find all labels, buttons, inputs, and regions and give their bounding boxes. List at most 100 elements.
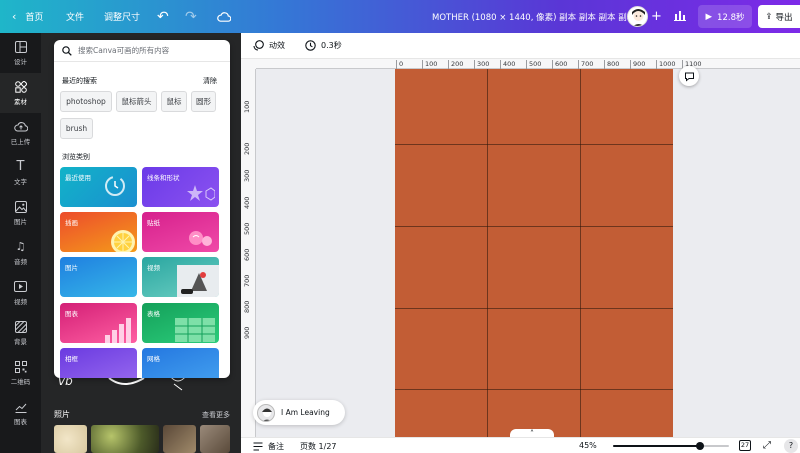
grid-line xyxy=(395,226,673,227)
ruler-tick: 800 xyxy=(243,300,251,313)
rail-item-charts[interactable]: 图表 xyxy=(0,393,41,433)
search-icon xyxy=(62,45,72,56)
recent-search-chip[interactable]: 鼠标 xyxy=(161,91,187,112)
notes-label: 备注 xyxy=(268,442,284,451)
fullscreen-icon[interactable]: ⤢ xyxy=(763,440,771,451)
ruler-tick: 100 xyxy=(422,60,437,69)
grid-line xyxy=(487,69,488,437)
category-tile-frames[interactable]: 相框 xyxy=(60,348,137,378)
zoom-slider-thumb[interactable] xyxy=(696,442,704,450)
duration-button[interactable]: 0.3秒 xyxy=(305,40,342,51)
background-icon xyxy=(14,320,28,333)
search-popup: 搜索Canva可画的所有内容 最近的搜索 清除 photoshop 鼠标箭头 鼠… xyxy=(54,40,230,378)
category-label: 线条和形状 xyxy=(147,174,180,182)
category-tile-videos[interactable]: 视频 xyxy=(142,257,219,297)
recent-search-chip[interactable]: 圆形 xyxy=(191,91,216,112)
category-tile-stickers[interactable]: 贴纸 xyxy=(142,212,219,252)
undo-icon[interactable]: ↶ xyxy=(157,9,169,25)
rail-item-design[interactable]: 设计 xyxy=(0,33,41,73)
add-collaborator-icon[interactable]: + xyxy=(651,9,662,24)
category-tile-illustrations[interactable]: 插画 xyxy=(60,212,137,252)
rail-item-elements[interactable]: 素材 xyxy=(0,73,41,113)
category-tile-charts[interactable]: 图表 xyxy=(60,303,137,343)
photo-thumbnail[interactable] xyxy=(163,425,196,453)
category-label: 相框 xyxy=(65,355,78,363)
audio-artwork xyxy=(257,403,275,422)
ruler-tick: 400 xyxy=(500,60,515,69)
grid-view-button[interactable]: 27 xyxy=(739,440,751,451)
category-label: 最近使用 xyxy=(65,174,91,182)
grid-line xyxy=(395,389,673,390)
design-title[interactable]: MOTHER (1080 × 1440, 像素) 副本 副本 副本 副本 xyxy=(432,11,635,23)
category-tile-shapes[interactable]: 线条和形状 xyxy=(142,167,219,207)
ruler-tick: 400 xyxy=(243,196,251,209)
recent-search-chip[interactable]: photoshop xyxy=(60,91,112,112)
video-thumbnail-icon xyxy=(177,265,219,297)
top-bar: ‹ 首页 文件 调整尺寸 ↶ ↷ MOTHER (1080 × 1440, 像素… xyxy=(0,0,800,33)
play-duration: 12.8秒 xyxy=(717,12,745,23)
ruler-tick: 200 xyxy=(243,142,251,155)
redo-icon[interactable]: ↷ xyxy=(185,9,197,25)
notes-button[interactable]: 备注 xyxy=(253,441,284,452)
photos-section-title: 照片 xyxy=(54,410,70,419)
add-comment-button[interactable] xyxy=(679,66,699,86)
search-input[interactable]: 搜索Canva可画的所有内容 xyxy=(54,40,230,62)
resize-button[interactable]: 调整尺寸 xyxy=(104,10,140,23)
editor-toolbar: 动效 0.3秒 xyxy=(241,33,800,59)
animate-label: 动效 xyxy=(269,41,285,50)
home-button[interactable]: ‹ 首页 xyxy=(12,10,43,23)
help-button[interactable]: ? xyxy=(784,439,798,453)
music-icon: ♫ xyxy=(15,240,26,253)
ruler-tick: 300 xyxy=(474,60,489,69)
recent-refresh-icon xyxy=(105,176,125,196)
cloud-save-icon[interactable] xyxy=(217,11,231,22)
rail-label: 文字 xyxy=(14,177,27,186)
page-indicator[interactable]: 页数 1/27 xyxy=(300,441,337,452)
grid-line xyxy=(395,144,673,145)
table-icon xyxy=(175,318,215,342)
side-rail: 设计 素材 已上传 T 文字 图片 ♫ 音频 视频 背景 二维码 图表 xyxy=(0,33,41,453)
design-page[interactable] xyxy=(395,69,673,437)
clear-recent-button[interactable]: 清除 xyxy=(203,76,217,86)
photo-thumbnail[interactable] xyxy=(200,425,230,453)
home-label: 首页 xyxy=(25,13,44,23)
recent-search-chip[interactable]: brush xyxy=(60,118,93,139)
rail-item-audio[interactable]: ♫ 音频 xyxy=(0,233,41,273)
category-tile-recent[interactable]: 最近使用 xyxy=(60,167,137,207)
category-label: 视频 xyxy=(147,264,160,272)
ruler-tick: 0 xyxy=(396,60,403,69)
audio-track-pill[interactable]: I Am Leaving xyxy=(253,400,345,425)
ruler-tick: 300 xyxy=(243,169,251,182)
rail-item-photos[interactable]: 图片 xyxy=(0,193,41,233)
chevron-left-icon: ‹ xyxy=(12,10,17,23)
rail-item-qr-code[interactable]: 二维码 xyxy=(0,353,41,393)
photos-see-all-link[interactable]: 查看更多 xyxy=(202,410,230,420)
rail-item-background[interactable]: 背景 xyxy=(0,313,41,353)
insights-icon[interactable] xyxy=(673,8,687,24)
photo-thumbnail[interactable] xyxy=(91,425,159,453)
category-tile-photos[interactable]: 图片 xyxy=(60,257,137,297)
ruler-top: 0 100 200 300 400 500 600 700 800 900 10… xyxy=(256,59,800,69)
category-tile-grids[interactable]: 网格 xyxy=(142,348,219,378)
category-tile-tables[interactable]: 表格 xyxy=(142,303,219,343)
star-icon xyxy=(187,185,215,201)
rail-item-text[interactable]: T 文字 xyxy=(0,153,41,193)
rail-label: 素材 xyxy=(14,97,27,106)
play-button[interactable]: ▶ 12.8秒 xyxy=(698,5,752,28)
zoom-percentage[interactable]: 45% xyxy=(579,441,597,450)
rail-label: 图表 xyxy=(14,417,27,426)
audio-track-title: I Am Leaving xyxy=(281,408,330,417)
recent-search-chip[interactable]: 鼠标箭头 xyxy=(116,91,157,112)
ruler-corner xyxy=(241,59,256,69)
image-icon xyxy=(14,200,28,213)
user-avatar[interactable] xyxy=(627,6,648,27)
rail-item-video[interactable]: 视频 xyxy=(0,273,41,313)
export-button[interactable]: ⇪ 导出 xyxy=(758,5,800,28)
photo-thumbnail[interactable] xyxy=(54,425,87,453)
animate-button[interactable]: 动效 xyxy=(253,40,285,51)
browse-categories-title: 浏览类别 xyxy=(62,153,90,161)
zoom-slider[interactable] xyxy=(613,442,729,450)
file-menu-button[interactable]: 文件 xyxy=(66,10,84,23)
duration-label: 0.3秒 xyxy=(321,41,342,50)
rail-item-uploads[interactable]: 已上传 xyxy=(0,113,41,153)
